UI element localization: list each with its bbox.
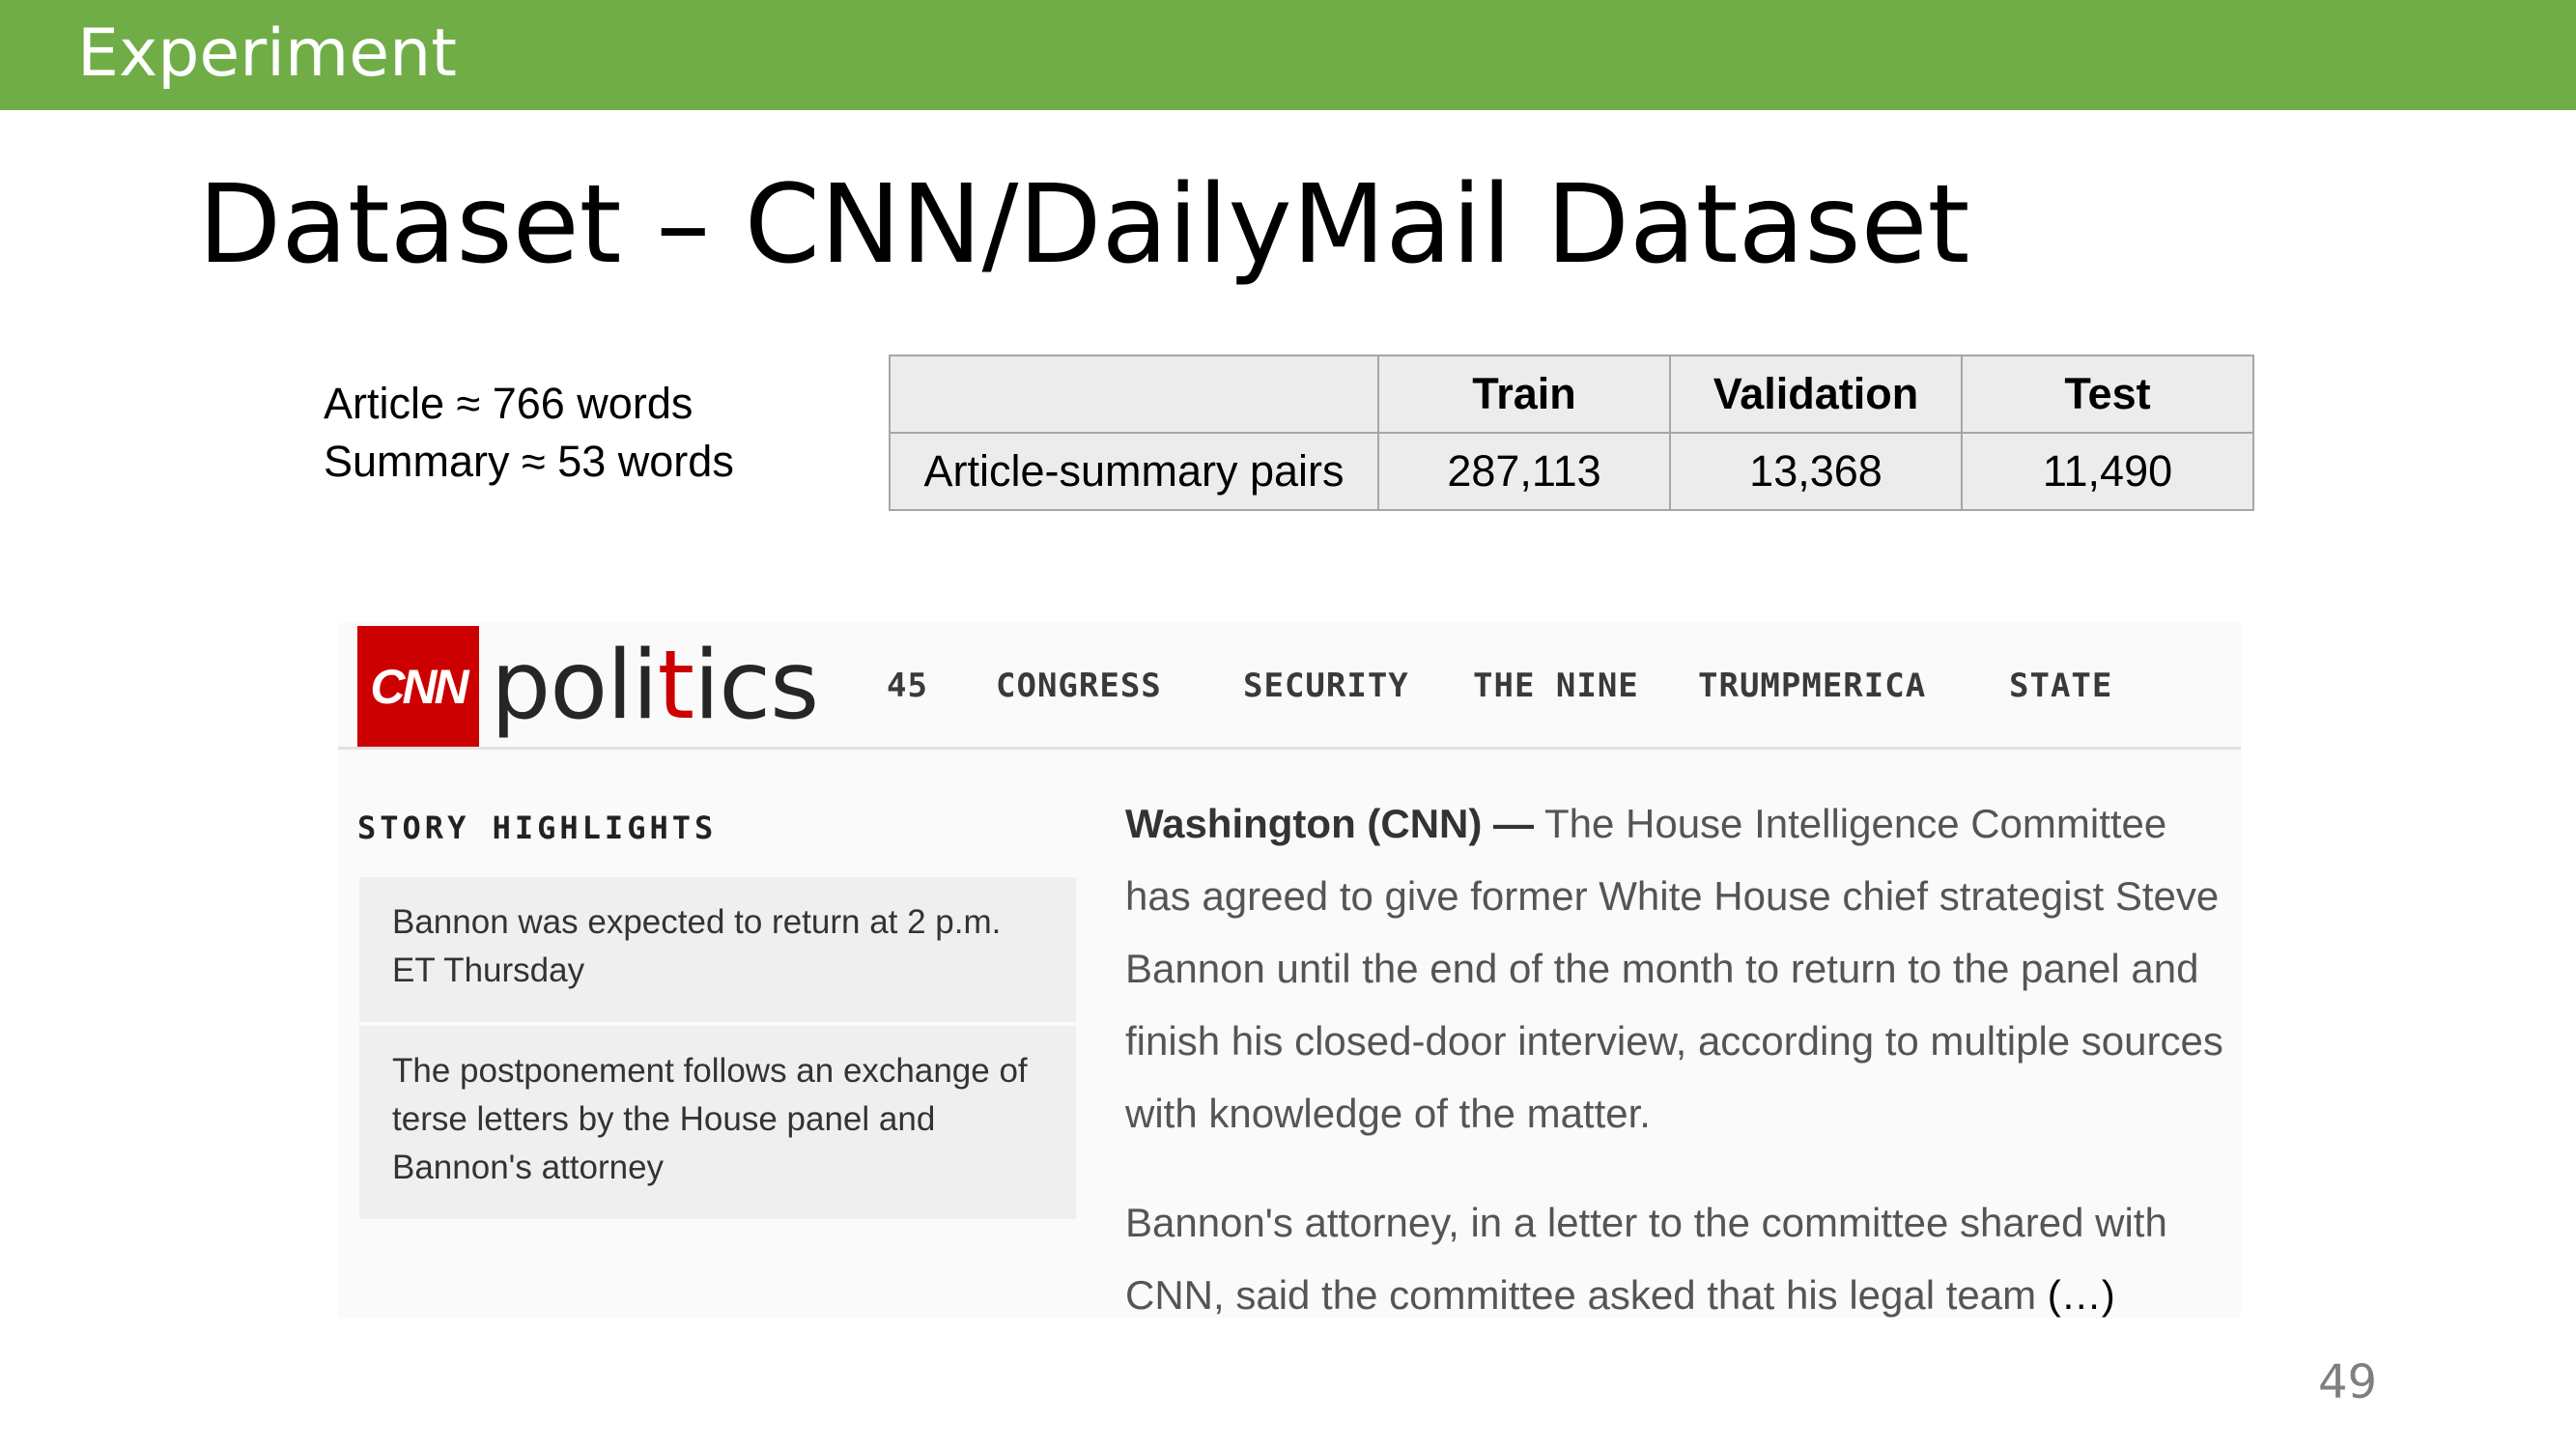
- table-cell-train: 287,113: [1377, 432, 1671, 511]
- nav-item-congress[interactable]: CONGRESS: [996, 667, 1162, 705]
- article-body: Washington (CNN) — The House Intelligenc…: [1125, 787, 2236, 1331]
- nav-item-state[interactable]: STATE: [2009, 667, 2112, 705]
- slide-title: Dataset – CNN/DailyMail Dataset: [198, 162, 1970, 288]
- article-text: Bannon's attorney, in a letter to the co…: [1125, 1200, 2167, 1318]
- cnn-logo: CNN: [357, 626, 479, 748]
- page-number: 49: [2318, 1355, 2378, 1409]
- highlight-item: Bannon was expected to return at 2 p.m. …: [359, 877, 1076, 1022]
- article-text: The House Intelligence Committee has agr…: [1125, 801, 2223, 1136]
- cnn-logo-text: CNN: [370, 660, 468, 714]
- story-highlights-heading: STORY HIGHLIGHTS: [357, 810, 718, 846]
- section-header-bar: Experiment: [0, 0, 2576, 110]
- nav-divider: [338, 747, 2241, 750]
- article-dateline: Washington (CNN) —: [1125, 801, 1535, 846]
- table-cell-test: 11,490: [1961, 432, 2254, 511]
- nav-item-45[interactable]: 45: [887, 667, 928, 705]
- table-cell-label: Article-summary pairs: [889, 432, 1379, 511]
- summary-length-stat: Summary ≈ 53 words: [324, 437, 734, 486]
- politics-wordmark-accent: t: [657, 631, 694, 741]
- nav-item-trumpmerica[interactable]: TRUMPMERICA: [1698, 667, 1926, 705]
- table-header-row: Train Validation Test: [889, 355, 2254, 434]
- table-header-empty: [889, 355, 1379, 434]
- nav-item-the-nine[interactable]: THE NINE: [1473, 667, 1639, 705]
- table-cell-validation: 13,368: [1669, 432, 1963, 511]
- section-label: Experiment: [77, 15, 457, 92]
- politics-wordmark-part: poli: [491, 631, 659, 741]
- politics-wordmark: politics: [491, 628, 819, 744]
- table-header-test: Test: [1961, 355, 2254, 434]
- nav-item-security[interactable]: SECURITY: [1243, 667, 1409, 705]
- article-length-stat: Article ≈ 766 words: [324, 379, 694, 428]
- truncation-ellipsis: (…): [2047, 1272, 2115, 1318]
- dataset-split-table: Train Validation Test Article-summary pa…: [889, 355, 2254, 511]
- dataset-stats: Article ≈ 766 words Summary ≈ 53 words: [324, 375, 734, 491]
- article-paragraph: Washington (CNN) — The House Intelligenc…: [1125, 787, 2236, 1150]
- highlight-item: The postponement follows an exchange of …: [359, 1026, 1076, 1219]
- article-paragraph: Bannon's attorney, in a letter to the co…: [1125, 1186, 2236, 1331]
- table-header-validation: Validation: [1669, 355, 1963, 434]
- politics-wordmark-part: ics: [694, 631, 819, 741]
- table-header-train: Train: [1377, 355, 1671, 434]
- table-row: Article-summary pairs 287,113 13,368 11,…: [889, 432, 2254, 511]
